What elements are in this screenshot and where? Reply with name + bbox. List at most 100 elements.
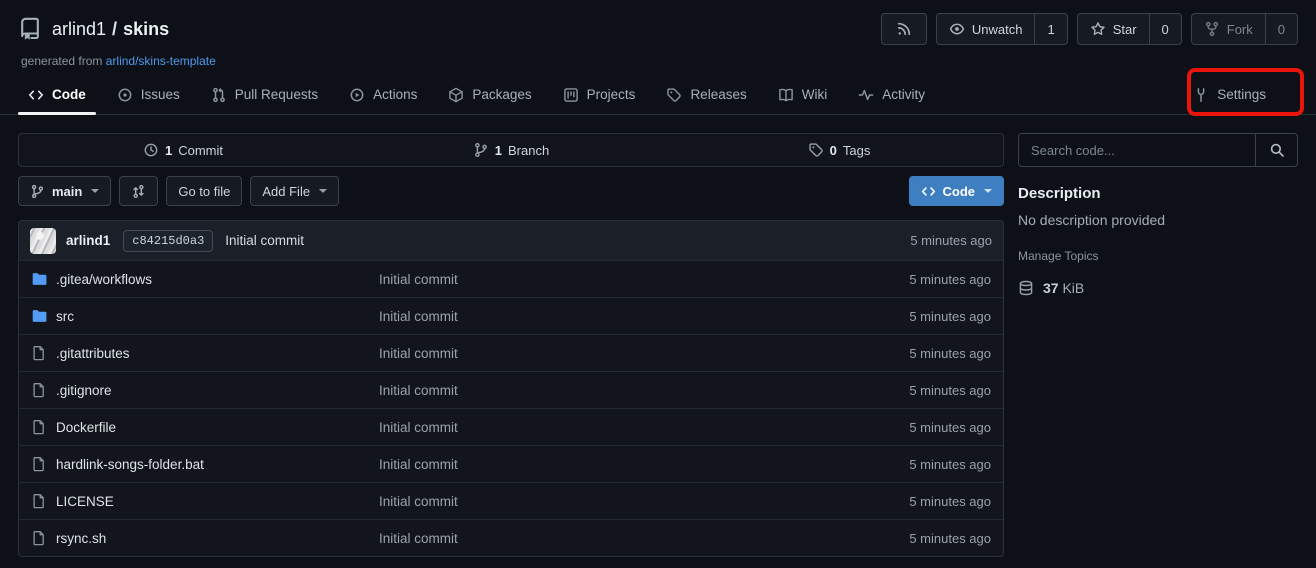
file-time: 5 minutes ago — [881, 309, 991, 324]
file-link[interactable]: .gitea/workflows — [56, 272, 152, 287]
tab-actions-label: Actions — [373, 87, 417, 102]
file-link[interactable]: .gitignore — [56, 383, 112, 398]
description-text: No description provided — [1018, 212, 1298, 228]
go-to-file-button[interactable]: Go to file — [166, 176, 242, 206]
table-row: hardlink-songs-folder.bat Initial commit… — [19, 445, 1003, 482]
branches-stat[interactable]: 1 Branch — [347, 142, 675, 158]
file-time: 5 minutes ago — [881, 531, 991, 546]
rss-button[interactable] — [881, 13, 927, 45]
title-separator: / — [112, 19, 117, 40]
fork-icon — [1204, 21, 1220, 37]
manage-topics-link[interactable]: Manage Topics — [1018, 249, 1298, 263]
file-commit-message[interactable]: Initial commit — [379, 346, 881, 361]
unwatch-button[interactable]: Unwatch — [937, 14, 1035, 44]
tag-icon — [666, 87, 682, 103]
tags-stat[interactable]: 0 Tags — [675, 142, 1003, 158]
file-commit-message[interactable]: Initial commit — [379, 309, 881, 324]
repo-name-link[interactable]: skins — [123, 19, 169, 40]
file-icon — [31, 382, 47, 398]
package-icon — [448, 87, 464, 103]
tab-wiki[interactable]: Wiki — [768, 75, 838, 114]
fork-button[interactable]: Fork — [1192, 14, 1265, 44]
repo-stats-bar: 1 Commit 1 Branch — [18, 133, 1004, 167]
template-repo-link[interactable]: arlind/skins-template — [106, 54, 216, 68]
file-time: 5 minutes ago — [881, 383, 991, 398]
table-row: .gitea/workflows Initial commit 5 minute… — [19, 260, 1003, 297]
add-file-label: Add File — [262, 184, 310, 199]
file-link[interactable]: .gitattributes — [56, 346, 130, 361]
file-link[interactable]: src — [56, 309, 74, 324]
fork-button-group: Fork 0 — [1191, 13, 1298, 45]
star-button[interactable]: Star — [1078, 14, 1149, 44]
tab-projects[interactable]: Projects — [553, 75, 646, 114]
file-link[interactable]: hardlink-songs-folder.bat — [56, 457, 204, 472]
code-icon — [28, 87, 44, 103]
tab-activity-label: Activity — [882, 87, 925, 102]
file-link[interactable]: Dockerfile — [56, 420, 116, 435]
commit-message-link[interactable]: Initial commit — [225, 233, 304, 248]
add-file-button[interactable]: Add File — [250, 176, 339, 206]
commits-label: Commit — [178, 143, 223, 158]
tab-activity[interactable]: Activity — [848, 75, 935, 114]
branches-count: 1 — [495, 143, 502, 158]
tab-packages-label: Packages — [472, 87, 531, 102]
database-icon — [1018, 280, 1034, 296]
code-button-label: Code — [943, 184, 976, 199]
tab-wiki-label: Wiki — [802, 87, 828, 102]
stars-count[interactable]: 0 — [1149, 14, 1181, 44]
file-table: arlind1 c84215d0a3 Initial commit 5 minu… — [18, 220, 1004, 557]
file-commit-message[interactable]: Initial commit — [379, 272, 881, 287]
tab-packages[interactable]: Packages — [438, 75, 541, 114]
search-input[interactable] — [1019, 134, 1255, 166]
file-commit-message[interactable]: Initial commit — [379, 494, 881, 509]
tab-actions[interactable]: Actions — [339, 75, 427, 114]
file-commit-message[interactable]: Initial commit — [379, 383, 881, 398]
code-download-button[interactable]: Code — [909, 176, 1005, 206]
commit-hash-chip[interactable]: c84215d0a3 — [123, 230, 213, 252]
file-time: 5 minutes ago — [881, 457, 991, 472]
commits-stat[interactable]: 1 Commit — [19, 142, 347, 158]
description-title: Description — [1018, 185, 1298, 202]
watch-label: Unwatch — [972, 22, 1023, 37]
tab-settings[interactable]: Settings — [1183, 75, 1276, 114]
forks-count[interactable]: 0 — [1265, 14, 1297, 44]
file-icon — [31, 419, 47, 435]
file-link[interactable]: LICENSE — [56, 494, 114, 509]
chevron-down-icon — [91, 189, 99, 193]
star-button-group: Star 0 — [1077, 13, 1182, 45]
tab-settings-label: Settings — [1217, 87, 1266, 102]
watch-button-group: Unwatch 1 — [936, 13, 1068, 45]
repo-size-unit: KiB — [1062, 280, 1084, 296]
table-row: LICENSE Initial commit 5 minutes ago — [19, 482, 1003, 519]
generated-from-line: generated from arlind/skins-template — [21, 54, 1298, 68]
file-commit-message[interactable]: Initial commit — [379, 531, 881, 546]
page-title: arlind1 / skins — [52, 19, 169, 40]
avatar[interactable] — [30, 228, 56, 254]
file-link[interactable]: rsync.sh — [56, 531, 106, 546]
branch-icon — [30, 184, 45, 199]
tab-code[interactable]: Code — [18, 75, 96, 114]
branch-selector[interactable]: main — [18, 176, 111, 206]
play-circle-icon — [349, 87, 365, 103]
repo-size: 37 KiB — [1018, 280, 1298, 296]
tab-issues[interactable]: Issues — [107, 75, 190, 114]
compare-button[interactable] — [119, 176, 158, 206]
search-button[interactable] — [1255, 134, 1297, 166]
commits-count: 1 — [165, 143, 172, 158]
rss-icon — [896, 21, 912, 37]
tab-pull-requests[interactable]: Pull Requests — [201, 75, 328, 114]
file-commit-message[interactable]: Initial commit — [379, 457, 881, 472]
file-commit-message[interactable]: Initial commit — [379, 420, 881, 435]
watchers-count[interactable]: 1 — [1034, 14, 1066, 44]
file-time: 5 minutes ago — [881, 420, 991, 435]
commit-author-link[interactable]: arlind1 — [66, 233, 110, 248]
branches-label: Branch — [508, 143, 549, 158]
tab-projects-label: Projects — [587, 87, 636, 102]
code-search-box — [1018, 133, 1298, 167]
repo-owner-link[interactable]: arlind1 — [52, 19, 106, 40]
repo-tab-bar: Code Issues Pull Requests Actions — [0, 75, 1316, 115]
tab-releases[interactable]: Releases — [656, 75, 756, 114]
file-time: 5 minutes ago — [881, 494, 991, 509]
file-icon — [31, 530, 47, 546]
repo-header: arlind1 / skins — [0, 0, 1316, 68]
